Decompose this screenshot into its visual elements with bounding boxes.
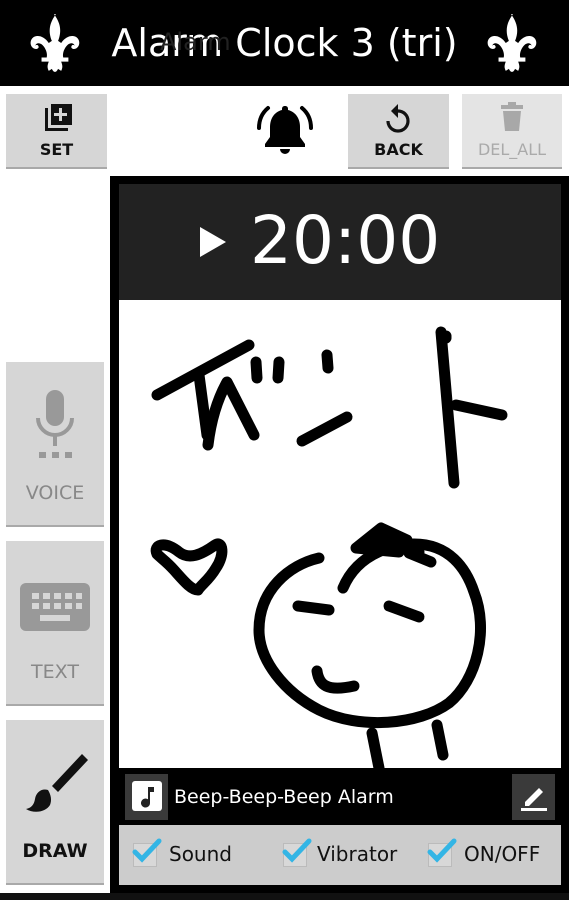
music-note-icon (132, 781, 162, 811)
set-button[interactable]: SET (6, 94, 107, 169)
microphone-icon (36, 390, 74, 458)
keyboard-icon (20, 583, 90, 631)
alarm-label: Alarm (160, 28, 231, 56)
checkmark-icon (427, 838, 457, 863)
sound-select-button[interactable] (125, 774, 168, 820)
bottom-strip (0, 893, 569, 900)
fleur-de-lis-icon (487, 14, 537, 72)
delete-all-label: DEL_ALL (477, 140, 547, 159)
sound-checkbox-label[interactable]: Sound (169, 842, 232, 866)
vibrator-checkbox-label[interactable]: Vibrator (317, 842, 397, 866)
handwritten-drawing: イベント (150, 326, 508, 774)
edit-pencil-icon (521, 788, 547, 811)
paintbrush-icon (26, 754, 88, 812)
edit-button[interactable] (512, 774, 555, 820)
drawing-canvas[interactable]: イベント (119, 300, 561, 774)
ringing-bell-icon (257, 106, 313, 154)
delete-all-button[interactable]: DEL_ALL (462, 94, 562, 169)
draw-button[interactable]: DRAW (6, 720, 104, 885)
app-header: Alarm Clock 3 (tri) (0, 0, 569, 86)
text-button[interactable]: TEXT (6, 541, 104, 706)
play-icon[interactable] (199, 226, 227, 258)
sound-name[interactable]: Beep-Beep-Beep Alarm (174, 786, 394, 808)
text-label: TEXT (31, 661, 79, 683)
draw-label: DRAW (22, 840, 88, 862)
voice-label: VOICE (25, 482, 85, 504)
checkmark-icon (132, 838, 162, 863)
set-label: SET (39, 140, 74, 159)
trash-icon (501, 102, 523, 131)
on-off-checkbox-label[interactable]: ON/OFF (464, 842, 540, 866)
voice-button[interactable]: VOICE (6, 362, 104, 527)
back-button[interactable]: BACK (348, 94, 449, 169)
alarm-time[interactable]: 20:00 (250, 196, 440, 286)
back-label: BACK (374, 140, 423, 159)
add-to-queue-icon (45, 104, 72, 131)
undo-icon (386, 104, 410, 133)
checkmark-icon (282, 838, 312, 863)
